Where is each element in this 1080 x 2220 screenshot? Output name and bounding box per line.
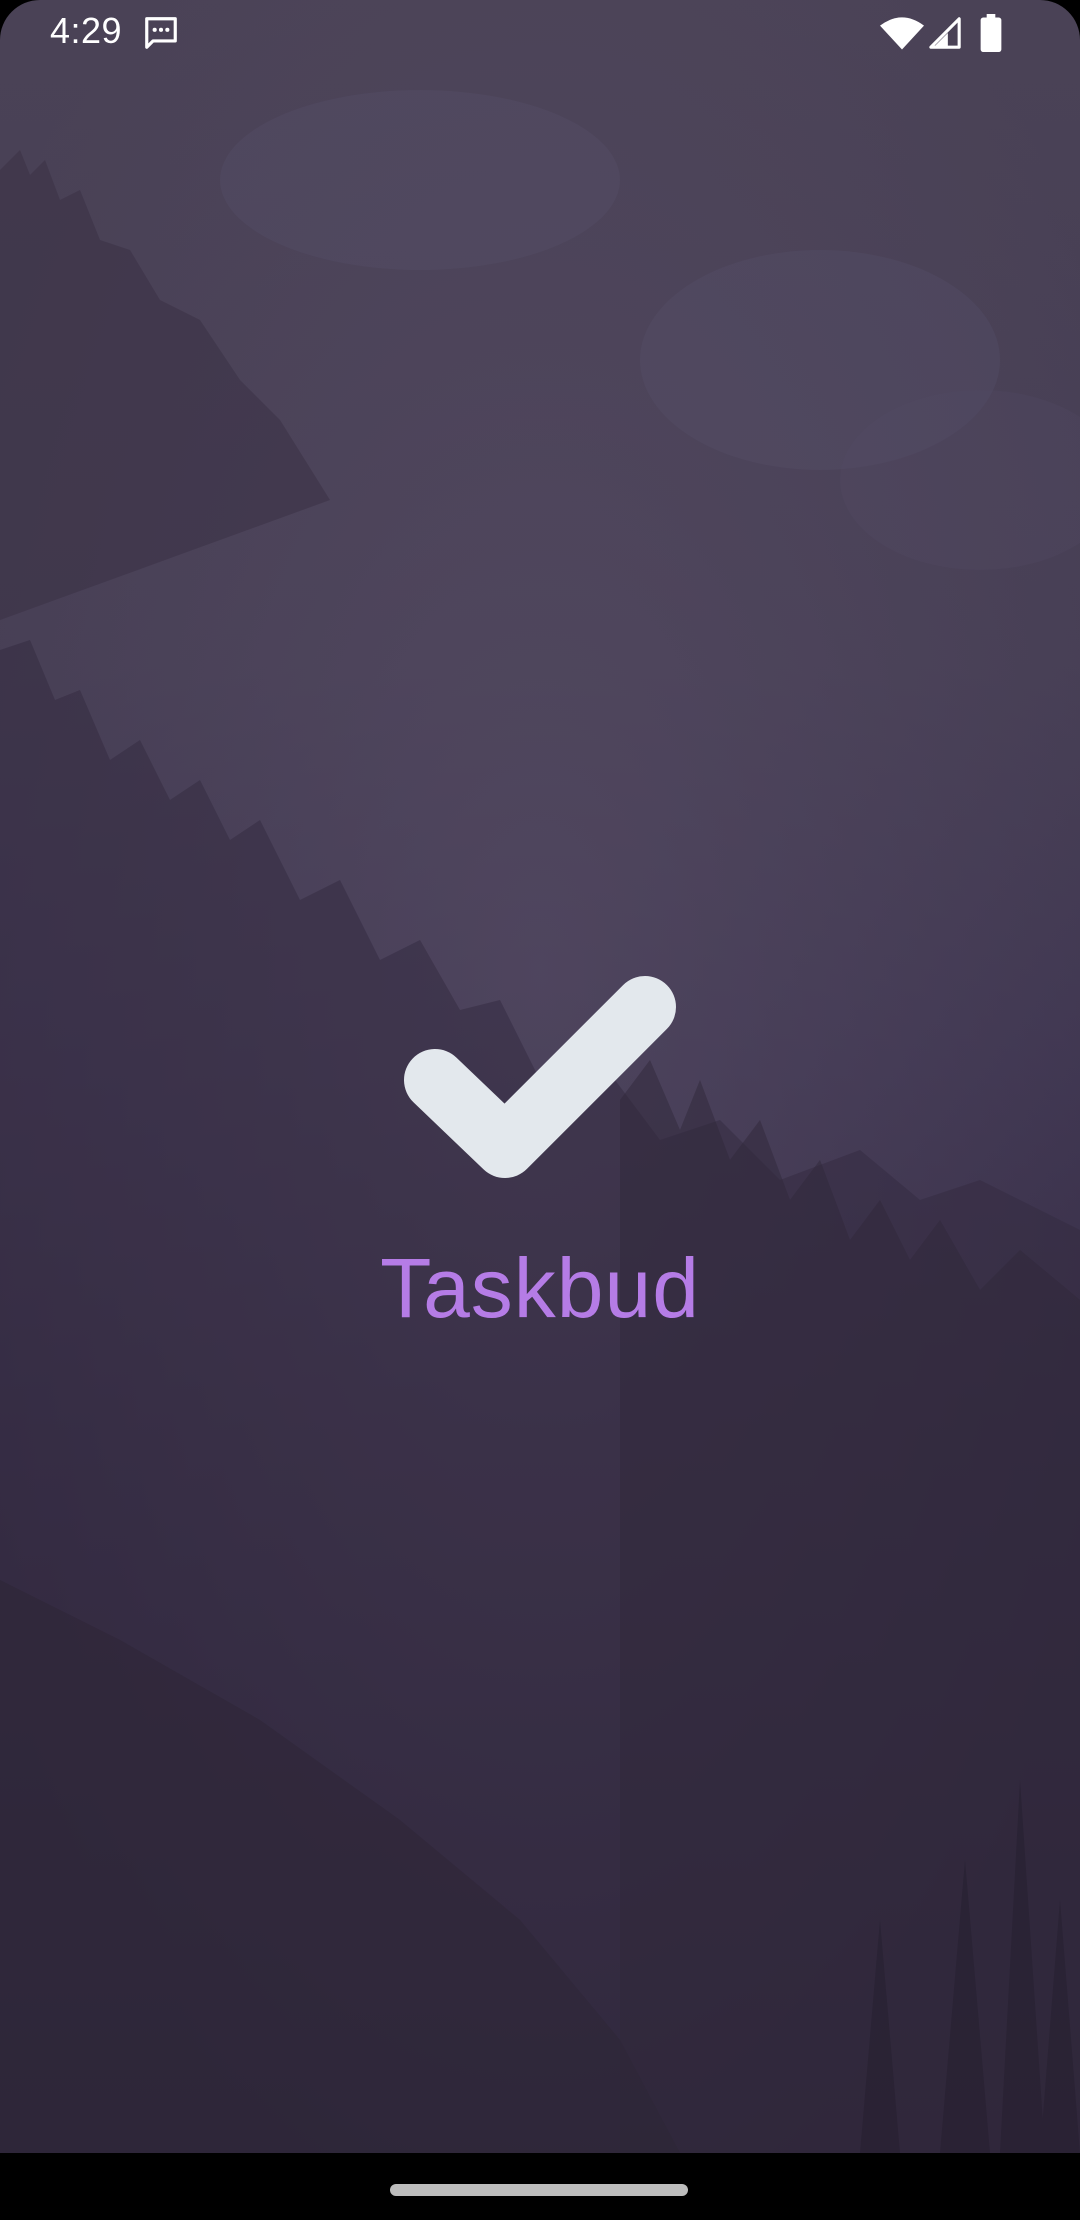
checkmark-icon: [404, 976, 676, 1178]
signal-icon: [929, 17, 961, 49]
navigation-bar: [0, 2153, 1080, 2220]
splash-screen: 4:29 Taskbud: [0, 0, 1080, 2220]
status-bar: 4:29: [0, 0, 1080, 64]
home-gesture-handle[interactable]: [390, 2184, 688, 2196]
message-icon: [145, 17, 177, 49]
app-name-title: Taskbud: [380, 1241, 700, 1335]
wifi-icon: [880, 17, 924, 50]
status-time: 4:29: [50, 10, 123, 51]
battery-icon: [980, 14, 1002, 52]
